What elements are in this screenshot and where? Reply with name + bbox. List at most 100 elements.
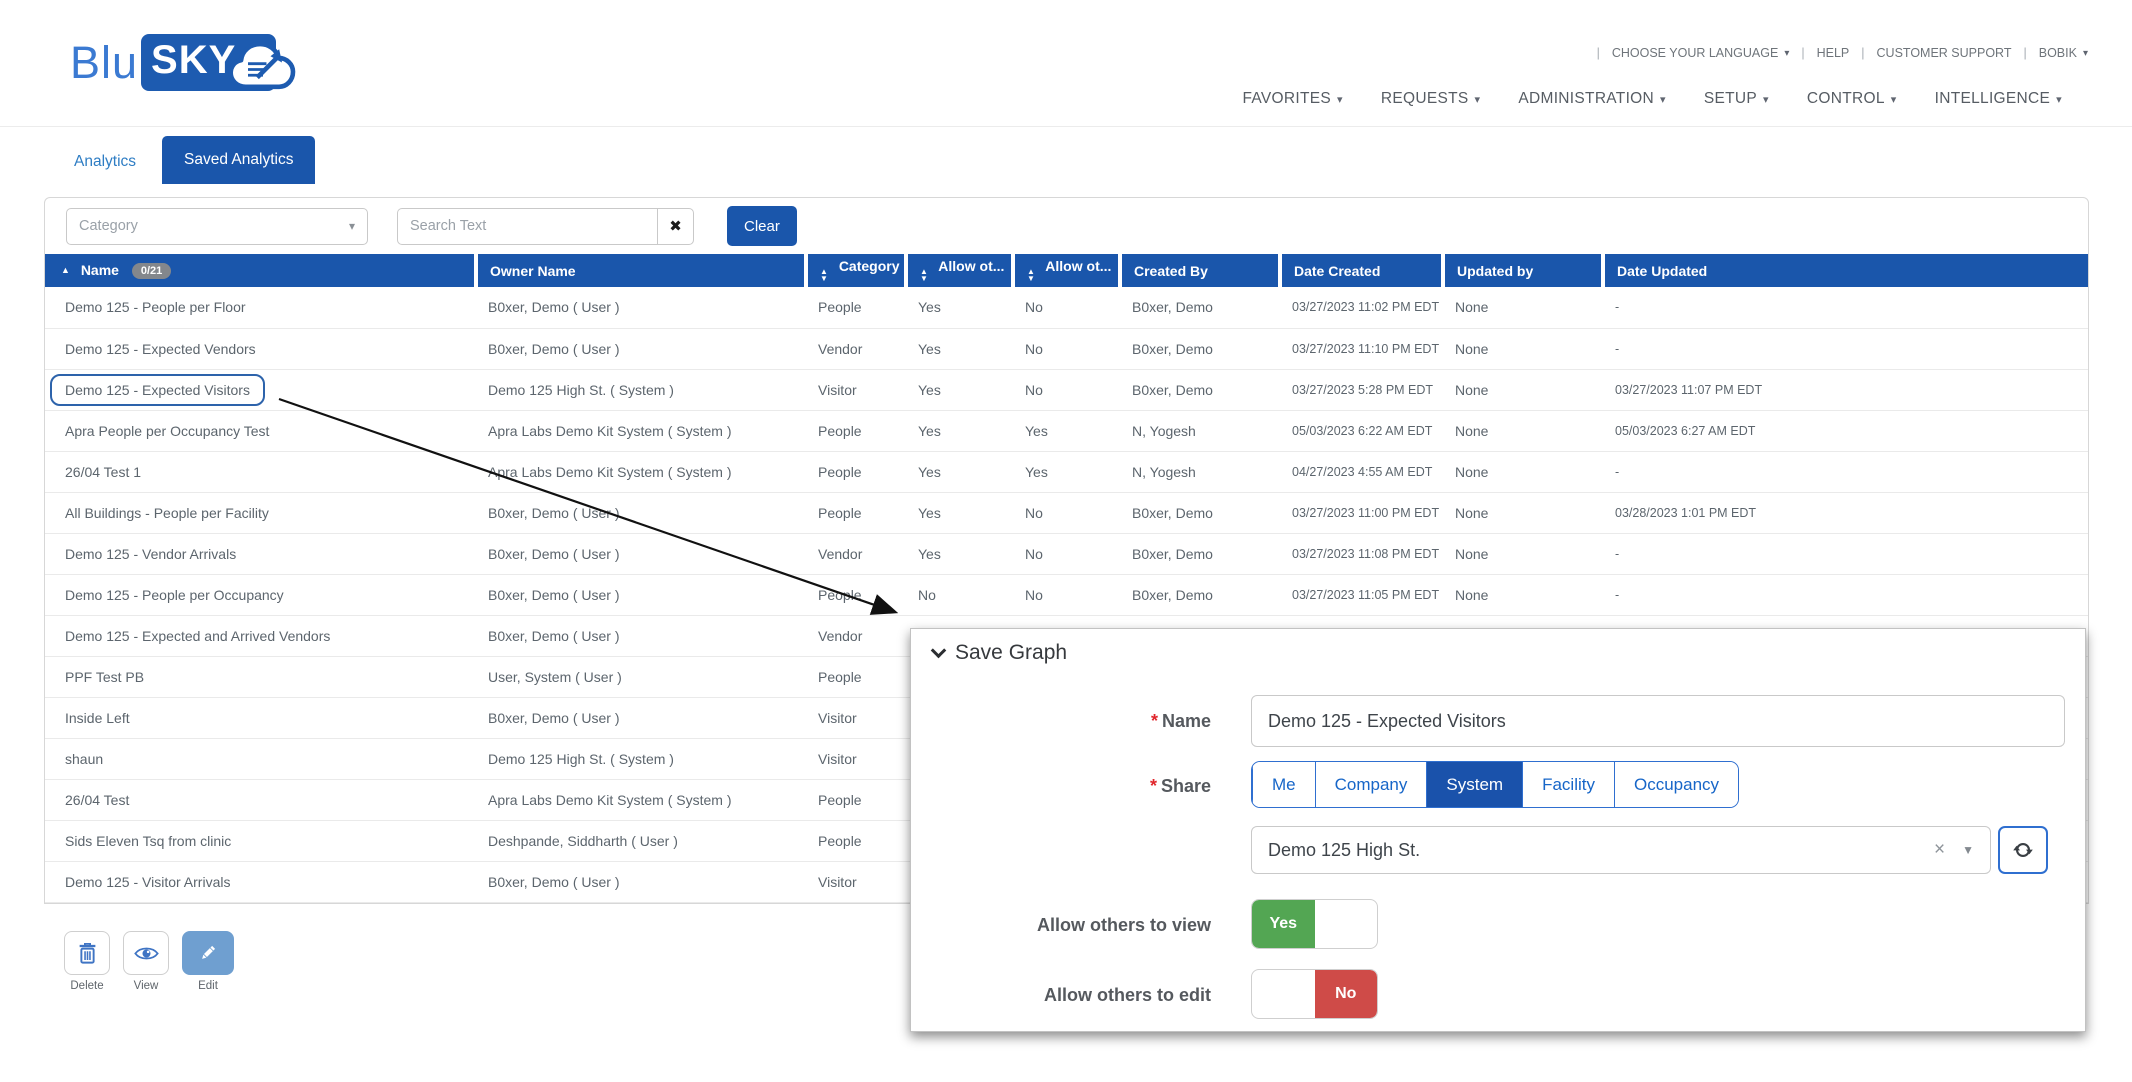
col-allow-others-edit[interactable]: ▲▼ Allow ot...: [1013, 254, 1120, 287]
clear-search-text-button[interactable]: ✖: [657, 208, 694, 245]
popup-title[interactable]: Save Graph: [933, 641, 1067, 665]
cell-allow-others-view: Yes: [906, 287, 1013, 328]
graph-name-input[interactable]: [1251, 695, 2065, 747]
col-category[interactable]: ▲▼ Category: [806, 254, 906, 287]
caret-down-icon: ▼: [1962, 843, 1974, 857]
tab[interactable]: Analytics: [58, 140, 152, 184]
sort-both-icon: ▲▼: [920, 269, 928, 283]
share-option-button[interactable]: Me: [1252, 762, 1315, 807]
eye-icon: [134, 945, 159, 962]
cell-owner-name: B0xer, Demo ( User ): [476, 574, 806, 615]
app-header: Blu SKY CHOOSE YOUR LANGUAGE ▾ HELP ▾: [0, 0, 2132, 127]
cell-category: People: [806, 287, 906, 328]
main-nav-item[interactable]: CONTROL ▾: [1807, 90, 1897, 108]
cell-owner-name: Apra Labs Demo Kit System ( System ): [476, 451, 806, 492]
delete-action[interactable]: Delete: [64, 931, 110, 992]
table-row[interactable]: Apra People per Occupancy Test Apra Labs…: [45, 410, 2088, 451]
cell-category: Visitor: [806, 738, 906, 779]
utility-nav-item[interactable]: HELP ▾: [1789, 46, 1849, 60]
cell-owner-name: Deshpande, Siddharth ( User ): [476, 820, 806, 861]
blusky-logo[interactable]: Blu SKY: [70, 34, 276, 91]
refresh-icon: [2012, 839, 2034, 861]
save-graph-popup: Save Graph *Name *Share MeCompanySystemF…: [910, 628, 2086, 1032]
cell-date-created: 03/27/2023 11:05 PM EDT: [1280, 574, 1443, 615]
cell-name: Demo 125 - Vendor Arrivals: [45, 533, 476, 574]
clear-selection-icon[interactable]: ×: [1934, 839, 1945, 861]
table-row[interactable]: Demo 125 - Vendor Arrivals B0xer, Demo (…: [45, 533, 2088, 574]
table-row[interactable]: All Buildings - People per Facility B0xe…: [45, 492, 2088, 533]
cell-allow-others-edit: No: [1013, 492, 1120, 533]
col-created-by: Created By: [1120, 254, 1280, 287]
cell-name: Inside Left: [45, 697, 476, 738]
view-action[interactable]: View: [123, 931, 169, 992]
cell-updated-by: None: [1443, 492, 1603, 533]
clear-button[interactable]: Clear: [727, 206, 797, 246]
share-option-button[interactable]: Facility: [1522, 762, 1614, 807]
trash-icon: [77, 941, 98, 965]
share-option-button[interactable]: System: [1426, 762, 1522, 807]
cell-name: Demo 125 - Expected Visitors: [45, 369, 476, 410]
cell-updated-by: None: [1443, 410, 1603, 451]
cell-owner-name: B0xer, Demo ( User ): [476, 287, 806, 328]
caret-down-icon: ▾: [2056, 93, 2062, 106]
main-nav-item[interactable]: FAVORITES ▾: [1242, 90, 1342, 108]
cell-allow-others-view: Yes: [906, 533, 1013, 574]
cell-name: PPF Test PB: [45, 656, 476, 697]
sort-asc-icon: ▲: [61, 265, 70, 275]
share-option-button[interactable]: Occupancy: [1614, 762, 1738, 807]
category-placeholder: Category: [79, 218, 138, 234]
cell-category: People: [806, 656, 906, 697]
cell-name: Demo 125 - Expected Vendors: [45, 328, 476, 369]
sort-both-icon: ▲▼: [1027, 269, 1035, 283]
table-row[interactable]: Demo 125 - People per Floor B0xer, Demo …: [45, 287, 2088, 328]
required-asterisk: *: [1150, 776, 1157, 796]
logo-text-blu: Blu: [70, 37, 138, 89]
x-icon: ✖: [669, 217, 682, 235]
cell-date-updated: -: [1603, 287, 2088, 328]
cell-created-by: B0xer, Demo: [1120, 369, 1280, 410]
cell-allow-others-view: Yes: [906, 410, 1013, 451]
cloud-logo-icon: [220, 36, 306, 96]
table-row[interactable]: Demo 125 - Expected Vendors B0xer, Demo …: [45, 328, 2088, 369]
cell-category: People: [806, 410, 906, 451]
col-allow-others-view[interactable]: ▲▼ Allow ot...: [906, 254, 1013, 287]
required-asterisk: *: [1151, 711, 1158, 731]
search-input[interactable]: [397, 208, 657, 245]
tab[interactable]: Saved Analytics: [162, 136, 315, 184]
cell-date-created: 03/27/2023 11:10 PM EDT: [1280, 328, 1443, 369]
main-nav-item[interactable]: REQUESTS ▾: [1381, 90, 1481, 108]
cell-owner-name: Demo 125 High St. ( System ): [476, 738, 806, 779]
cell-owner-name: Apra Labs Demo Kit System ( System ): [476, 779, 806, 820]
cell-name: Apra People per Occupancy Test: [45, 410, 476, 451]
cell-name: Demo 125 - Visitor Arrivals: [45, 861, 476, 902]
cell-date-created: 05/03/2023 6:22 AM EDT: [1280, 410, 1443, 451]
table-row[interactable]: Demo 125 - Expected Visitors Demo 125 Hi…: [45, 369, 2088, 410]
main-nav-item[interactable]: SETUP ▾: [1704, 90, 1769, 108]
allow-view-label: Allow others to view: [911, 915, 1211, 936]
cell-updated-by: None: [1443, 287, 1603, 328]
system-scope-select[interactable]: Demo 125 High St. × ▼: [1251, 826, 1991, 874]
table-row[interactable]: Demo 125 - People per Occupancy B0xer, D…: [45, 574, 2088, 615]
filter-row: Category ▾ ✖ Clear: [45, 198, 2088, 254]
utility-nav-item[interactable]: BOBIK ▾: [2012, 46, 2089, 60]
category-select[interactable]: Category ▾: [66, 208, 368, 245]
table-header-row: ▲ Name 0/21 Owner Name ▲▼ Category ▲▼ Al…: [45, 254, 2088, 287]
edit-action[interactable]: Edit: [182, 931, 234, 992]
utility-nav: CHOOSE YOUR LANGUAGE ▾ HELP ▾ CUSTOMER S…: [1585, 46, 2088, 60]
allow-edit-toggle[interactable]: No: [1251, 969, 1378, 1019]
cell-updated-by: None: [1443, 574, 1603, 615]
cell-name: Sids Eleven Tsq from clinic: [45, 820, 476, 861]
cell-allow-others-edit: Yes: [1013, 410, 1120, 451]
share-options: MeCompanySystemFacilityOccupancy: [1251, 761, 1739, 808]
cell-created-by: B0xer, Demo: [1120, 328, 1280, 369]
main-nav-item[interactable]: INTELLIGENCE ▾: [1935, 90, 2062, 108]
main-nav-item[interactable]: ADMINISTRATION ▾: [1518, 90, 1666, 108]
col-owner-name: Owner Name: [476, 254, 806, 287]
utility-nav-item[interactable]: CHOOSE YOUR LANGUAGE ▾: [1585, 46, 1790, 60]
allow-view-toggle[interactable]: Yes: [1251, 899, 1378, 949]
table-row[interactable]: 26/04 Test 1 Apra Labs Demo Kit System (…: [45, 451, 2088, 492]
share-option-button[interactable]: Company: [1315, 762, 1427, 807]
utility-nav-item[interactable]: CUSTOMER SUPPORT ▾: [1849, 46, 2011, 60]
col-name[interactable]: ▲ Name 0/21: [45, 254, 476, 287]
refresh-button[interactable]: [1998, 826, 2048, 874]
